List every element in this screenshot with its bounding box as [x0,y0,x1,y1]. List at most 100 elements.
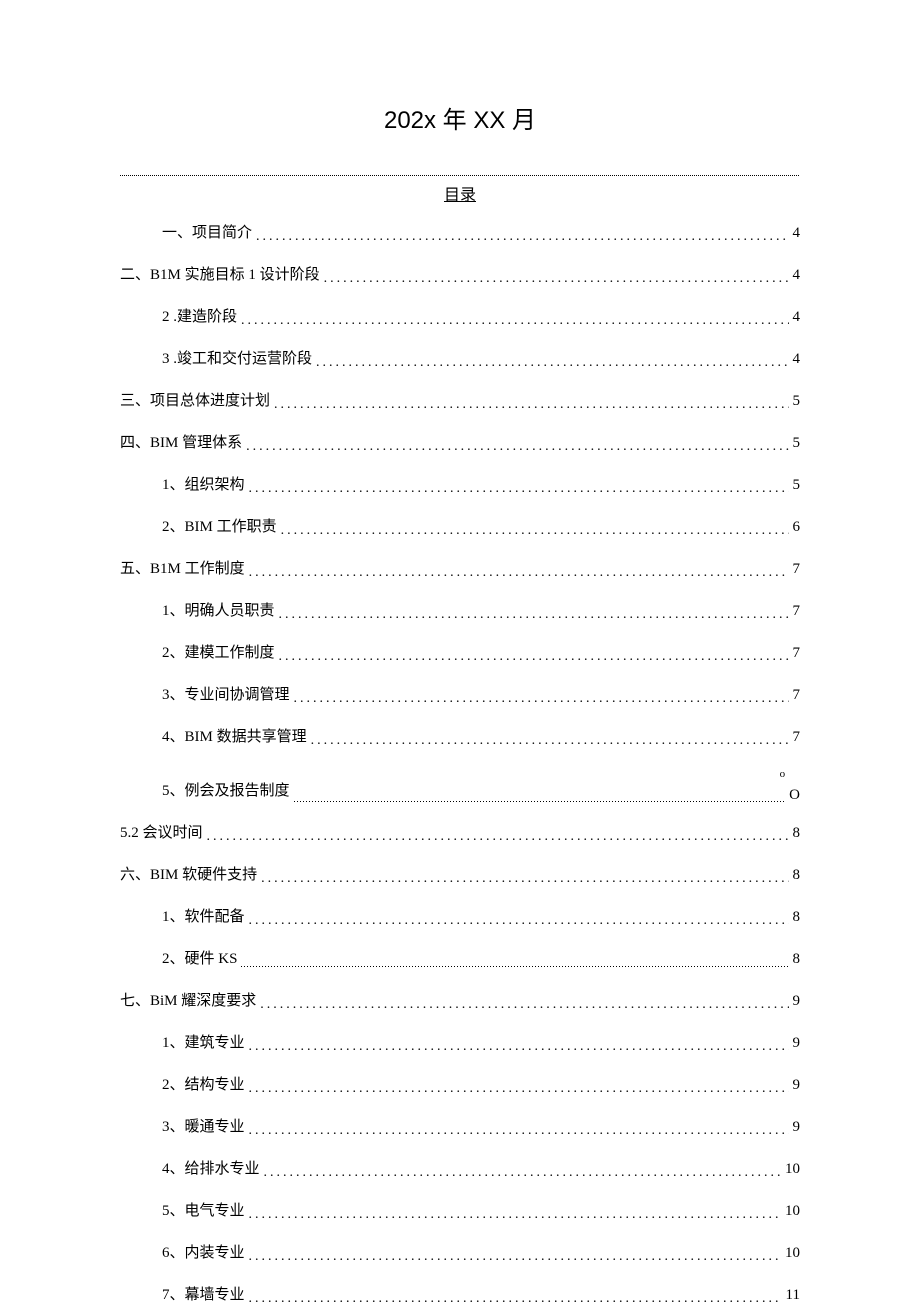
toc-entry-page: 9 [793,1117,801,1138]
table-of-contents: 一、项目简介4二、B1M 实施目标 1 设计阶段42 .建造阶段43 .竣工和交… [120,223,800,1306]
toc-entry: 1、组织架构 5 [120,475,800,496]
toc-leader [249,1039,789,1054]
toc-entry-page: 7 [793,643,801,664]
toc-entry: 六、BIM 软硬件支持 8 [120,865,800,886]
toc-entry-page: 9 [793,991,801,1012]
toc-entry-label: 2 .建造阶段 [162,307,237,328]
toc-leader [281,523,789,538]
toc-entry-page: 4 [793,307,801,328]
toc-entry-page: 11 [786,1285,800,1306]
toc-entry: 5、电气专业 10 [120,1201,800,1222]
toc-entry: 一、项目简介 4 [120,223,800,244]
toc-entry-label: 3 .竣工和交付运营阶段 [162,349,312,370]
toc-entry: 2、BIM 工作职责6 [120,517,800,538]
toc-entry-label: 三、项目总体进度计划 [120,391,270,412]
toc-entry-page: O [789,785,800,806]
toc-entry-label: 一、项目简介 [162,223,252,244]
toc-entry-page: 9 [793,1033,801,1054]
toc-entry-page: 5 [793,475,801,496]
toc-entry-page: 10 [785,1201,800,1222]
toc-leader [264,1165,781,1180]
toc-entry-page: 7 [793,601,801,622]
toc-leader [241,313,788,328]
toc-entry: 四、BIM 管理体系 5 [120,433,800,454]
toc-entry-label: 2、结构专业 [162,1075,245,1096]
toc-entry-label: 6、内装专业 [162,1243,245,1264]
toc-entry-label: 2、硬件 KS [162,949,237,970]
toc-entry-label: 七、BiM 耀深度要求 [120,991,256,1012]
toc-entry-label: 5、电气专业 [162,1201,245,1222]
toc-entry: 三、项目总体进度计划 5 [120,391,800,412]
toc-entry-page: 8 [793,865,801,886]
toc-entry-label: 1、明确人员职责 [162,601,275,622]
toc-entry-label: 5.2 会议时间 [120,823,203,844]
toc-leader [311,733,789,748]
toc-leader [249,1207,781,1222]
toc-entry: 2、硬件 KS 8 [120,949,800,970]
toc-entry-page: 7 [793,559,801,580]
toc-entry: 4、BIM 数据共享管理 7 [120,727,800,748]
toc-entry-page: 10 [785,1159,800,1180]
toc-entry: 5.2 会议时间 8 [120,823,800,844]
toc-entry: 1、建筑专业 9 [120,1033,800,1054]
toc-entry: 五、B1M 工作制度 7 [120,559,800,580]
toc-leader [207,829,789,844]
toc-accent-mark: o [780,767,786,782]
toc-entry: 3 .竣工和交付运营阶段 4 [120,349,800,370]
toc-entry: 4、给排水专业 10 [120,1159,800,1180]
toc-entry-label: 1、建筑专业 [162,1033,245,1054]
toc-entry-label: 3、专业间协调管理 [162,685,290,706]
toc-leader [260,997,788,1012]
toc-entry-page: 5 [793,391,801,412]
toc-entry-page: 8 [793,823,801,844]
toc-entry-label: 五、B1M 工作制度 [120,559,245,580]
toc-entry-page: 9 [793,1075,801,1096]
toc-leader [249,1081,789,1096]
toc-entry-page: 7 [793,685,801,706]
toc-entry-page: 8 [793,907,801,928]
toc-entry: 5、例会及报告制度oO [120,769,800,802]
toc-leader [256,229,788,244]
toc-entry-page: 8 [793,949,801,970]
toc-leader [294,691,789,706]
toc-leader [246,439,788,454]
document-title: 202x 年 XX 月 [120,100,800,135]
toc-leader [279,649,789,664]
toc-entry-label: 1、软件配备 [162,907,245,928]
toc-entry: 2 .建造阶段 4 [120,307,800,328]
toc-leader [324,271,789,286]
toc-leader [279,607,789,622]
toc-entry-label: 5、例会及报告制度 [162,781,290,802]
toc-entry: 6、内装专业10 [120,1243,800,1264]
toc-entry-label: 六、BIM 软硬件支持 [120,865,257,886]
toc-entry-label: 二、B1M 实施目标 1 设计阶段 [120,265,320,286]
toc-entry-page: 4 [793,349,801,370]
toc-leader [261,871,788,886]
toc-entry-page: 4 [793,223,801,244]
toc-entry: 七、BiM 耀深度要求 9 [120,991,800,1012]
toc-entry-page: 7 [793,727,801,748]
toc-entry: 3、暖通专业 9 [120,1117,800,1138]
toc-entry-label: 2、建模工作制度 [162,643,275,664]
toc-entry-label: 四、BIM 管理体系 [120,433,242,454]
toc-entry-page: 5 [793,433,801,454]
toc-entry-label: 1、组织架构 [162,475,245,496]
toc-entry: 7、幕墙专业11 [120,1285,800,1306]
toc-entry-label: 3、暖通专业 [162,1117,245,1138]
toc-title: 目录 [120,175,800,205]
toc-leader [249,913,789,928]
toc-leader [249,1249,781,1264]
toc-header: 目录 [120,175,800,205]
toc-entry-label: 4、BIM 数据共享管理 [162,727,307,748]
toc-leader [241,955,788,970]
toc-entry-label: 4、给排水专业 [162,1159,260,1180]
toc-entry: 1、明确人员职责 7 [120,601,800,622]
toc-leader [249,1123,789,1138]
toc-leader [316,355,788,370]
toc-entry: 2、结构专业 9 [120,1075,800,1096]
toc-entry: 3、专业间协调管理 7 [120,685,800,706]
toc-entry: 2、建模工作制度 7 [120,643,800,664]
toc-entry-page: 6 [793,517,801,538]
toc-entry: 1、软件配备 8 [120,907,800,928]
toc-entry: 二、B1M 实施目标 1 设计阶段4 [120,265,800,286]
